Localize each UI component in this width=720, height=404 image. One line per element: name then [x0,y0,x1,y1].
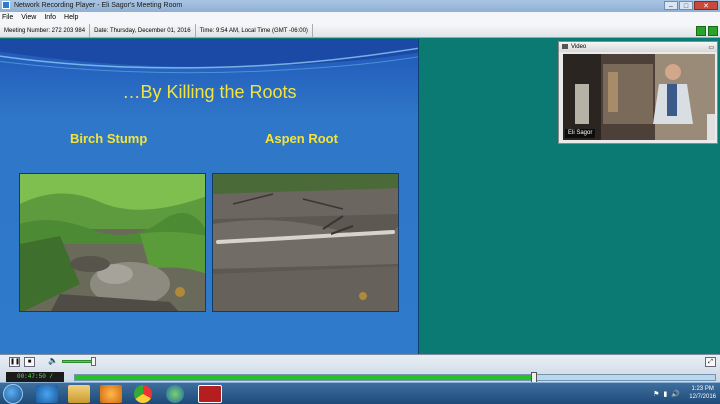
speaker-video: Eli Sagor [563,54,715,140]
volume-slider[interactable] [62,360,94,363]
tray-volume-icon[interactable]: 🔊 [671,390,680,398]
meeting-time: Time: 9:54 AM, Local Time (GMT -06:00) [196,24,313,37]
pause-button[interactable]: ❚❚ [9,357,20,367]
video-panel-title: Video [571,44,587,50]
folder-icon[interactable] [68,385,90,403]
window-titlebar: Network Recording Player - Eli Sagor's M… [0,0,720,12]
left-caption: Birch Stump [70,131,148,146]
clock-time: 1:23 PM [691,386,714,392]
video-camera-icon[interactable]: ▭ [708,43,714,53]
ie-icon[interactable] [36,385,58,403]
video-icon [562,44,568,49]
tray-flag-icon[interactable]: ⚑ [653,390,659,398]
media-player-icon[interactable] [100,385,122,403]
playback-time: 00:47:50 / 01:06:41 [6,372,64,390]
volume-icon[interactable]: 🔈 [48,356,58,365]
layout-alt-icon[interactable] [708,26,718,36]
clock[interactable]: 1:23 PM 12/7/2016 [689,385,716,401]
menu-view[interactable]: View [21,12,36,24]
meeting-date: Date: Thursday, December 01, 2016 [90,24,196,37]
presentation-slide: …By Killing the Roots Birch Stump Aspen … [0,39,419,354]
speaker-name: Eli Sagor [565,129,596,138]
menu-file[interactable]: File [2,12,13,24]
clock-date: 12/7/2016 [689,394,716,400]
content-area: …By Killing the Roots Birch Stump Aspen … [0,39,720,354]
fullscreen-icon[interactable]: ⤢ [705,357,716,367]
player-controls: ❚❚ ■ 🔈 ⤢ 00:47:50 / 01:06:41 [0,354,720,390]
window-controls: – □ ✕ [664,1,718,10]
chrome-icon[interactable] [134,385,152,403]
info-tools [696,26,718,36]
close-icon[interactable]: ✕ [694,1,718,10]
start-button[interactable] [3,384,23,404]
minimize-icon[interactable]: – [664,1,678,10]
menu-info[interactable]: Info [44,12,56,24]
birch-stump-photo [19,173,206,312]
globe-icon[interactable] [166,385,184,403]
menu-help[interactable]: Help [64,12,78,24]
stop-button[interactable]: ■ [24,357,35,367]
video-panel-header: Video ▭ [559,42,717,52]
progress-bar[interactable] [74,372,716,383]
layout-icon[interactable] [696,26,706,36]
meeting-number: Meeting Number: 272 203 984 [0,24,91,37]
system-tray: ⚑ ▮ 🔊 [653,390,680,398]
video-panel: Video ▭ Eli Sagor [558,41,718,144]
maximize-icon[interactable]: □ [679,1,693,10]
slide-wave-decoration [0,39,418,74]
menu-bar: File View Info Help [0,12,720,24]
tray-network-icon[interactable]: ▮ [663,390,667,398]
volume-knob[interactable] [91,357,96,366]
meeting-info-bar: Meeting Number: 272 203 984 Date: Thursd… [0,24,720,38]
windows-taskbar: ⚑ ▮ 🔊 1:23 PM 12/7/2016 [0,382,720,404]
recorder-icon[interactable] [198,385,222,403]
slide-title: …By Killing the Roots [122,82,297,102]
app-icon [2,1,10,10]
progress-fill [75,375,534,380]
aspen-root-photo [212,173,399,312]
window-title: Network Recording Player - Eli Sagor's M… [13,2,183,9]
right-caption: Aspen Root [265,131,338,146]
